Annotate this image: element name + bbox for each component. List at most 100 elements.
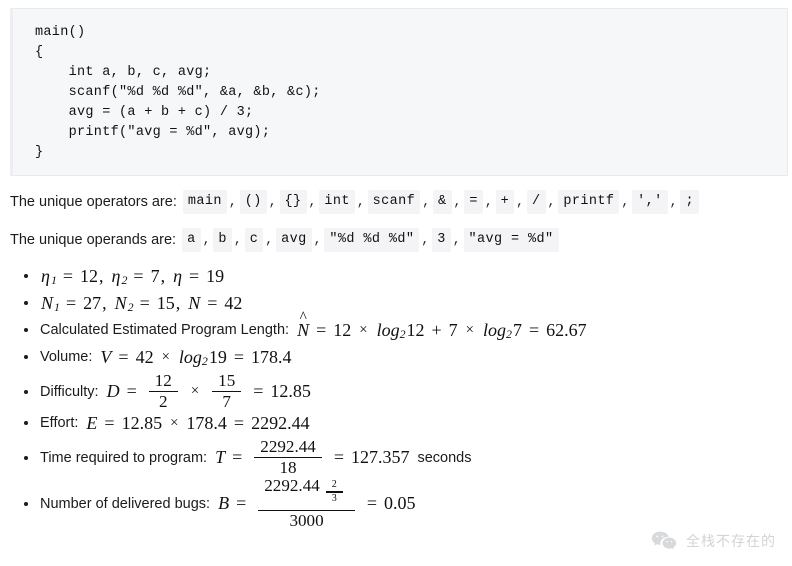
times-sign: × xyxy=(465,321,474,338)
fraction-numerator: 15 xyxy=(218,371,236,390)
operator-chip-scanf: scanf xyxy=(367,190,421,214)
effort-symbol: E xyxy=(86,412,98,433)
equals-sign: = xyxy=(366,493,377,514)
bugs-exponent: 23 xyxy=(320,479,349,504)
bugs-result: 0.05 xyxy=(383,493,416,514)
time-fraction: 2292.44 18 xyxy=(254,438,322,477)
bugs-numerator-base: 2292.44 xyxy=(264,476,320,496)
operand-chip-avg: avg xyxy=(276,228,312,252)
unique-operands-label: The unique operands are: xyxy=(10,232,177,248)
comma: , xyxy=(102,292,107,313)
times-sign: × xyxy=(161,348,170,365)
code-block: main() { int a, b, c, avg; scanf("%d %d … xyxy=(10,8,788,176)
times-sign: × xyxy=(359,321,368,338)
unique-operators-label: The unique operators are: xyxy=(10,194,177,210)
n2-symbol: N xyxy=(114,292,127,313)
list-item-difficulty: Difficulty: D = 12 2 × 15 7 = 12.85 xyxy=(0,372,792,411)
watermark: 全栈不存在的 xyxy=(651,530,776,552)
effort-label: Effort: xyxy=(40,415,79,432)
equals-sign: = xyxy=(253,381,264,402)
operator-chip-semicolon: ; xyxy=(680,190,699,214)
operator-chip-parens: () xyxy=(239,190,267,214)
operand-chip-c: c xyxy=(244,228,264,252)
formula-unique-counts: η1 = 12, η2 = 7, η = 19 xyxy=(40,266,225,287)
equals-sign: = xyxy=(236,493,247,514)
n-symbol: N xyxy=(188,292,201,313)
list-item-total-counts: N1 = 27, N2 = 15, N = 42 xyxy=(0,291,792,315)
list-item-volume: Volume: V = 42 × log 2 19 = 178.4 xyxy=(0,345,792,369)
bugs-label: Number of delivered bugs: xyxy=(40,495,211,512)
formula-effort: E = 12.85 × 178.4 = 2292.44 xyxy=(85,413,310,434)
operator-chip-divide: / xyxy=(526,190,546,214)
operator-separator: , xyxy=(228,194,237,209)
volume-log-arg: 19 xyxy=(208,346,227,367)
effort-factor-1: 12.85 xyxy=(121,412,163,433)
operator-separator: , xyxy=(268,194,277,209)
log-function: log xyxy=(483,319,507,340)
list-item-program-length: Calculated Estimated Program Length: ^ N … xyxy=(0,310,792,342)
operand-separator: , xyxy=(265,232,274,247)
operator-separator: , xyxy=(669,194,678,209)
list-item-time: Time required to program: T = 2292.44 18… xyxy=(0,438,792,477)
operand-separator: , xyxy=(452,232,461,247)
comma: , xyxy=(175,292,181,313)
operator-chip-comma-literal: ',' xyxy=(632,190,668,214)
equals-sign: = xyxy=(333,447,344,468)
formula-total-counts: N1 = 27, N2 = 15, N = 42 xyxy=(40,293,243,314)
eta2-value: 7 xyxy=(150,265,160,286)
plus-sign: + xyxy=(431,319,442,340)
formula-difficulty: D = 12 2 × 15 7 = 12.85 xyxy=(106,372,312,411)
effort-result: 2292.44 xyxy=(251,412,310,433)
equals-sign: = xyxy=(62,265,74,286)
difficulty-label: Difficulty: xyxy=(40,383,99,400)
operator-chip-int: int xyxy=(319,190,355,214)
equals-sign: = xyxy=(233,412,245,433)
times-sign: × xyxy=(170,414,179,431)
difficulty-symbol: D xyxy=(106,381,120,402)
difficulty-fraction-2: 15 7 xyxy=(212,371,242,412)
volume-symbol: V xyxy=(100,346,112,367)
operand-chip-printf-format: "avg = %d" xyxy=(463,228,559,252)
time-label: Time required to program: xyxy=(40,449,208,466)
equals-sign: = xyxy=(316,319,327,340)
equals-sign: = xyxy=(65,292,77,313)
equals-sign: = xyxy=(207,292,218,313)
volume-factor: 42 xyxy=(135,346,154,367)
volume-result: 178.4 xyxy=(251,346,292,367)
n1-symbol: N xyxy=(41,292,54,313)
difficulty-fraction-1: 12 2 xyxy=(148,372,178,411)
eta-symbol: η xyxy=(173,265,182,286)
operator-chip-printf: printf xyxy=(558,190,620,214)
time-result: 127.357 xyxy=(350,447,410,468)
length-term1-coeff: 12 xyxy=(333,319,352,340)
operator-chip-main: main xyxy=(182,190,227,214)
eta2-subscript: 2 xyxy=(121,272,128,287)
comma: , xyxy=(99,265,104,286)
fraction-denominator: 3 xyxy=(331,492,337,504)
operator-chip-braces: {} xyxy=(279,190,307,214)
log-base: 2 xyxy=(506,326,512,341)
fraction-numerator: 2292.44 xyxy=(260,437,316,457)
bugs-fraction: 2292.44 2 3 3000 xyxy=(258,477,355,530)
operand-chip-three: 3 xyxy=(432,228,451,252)
wechat-icon xyxy=(651,530,677,552)
list-item-unique-counts: η1 = 12, η2 = 7, η = 19 xyxy=(0,264,792,288)
n2-subscript: 2 xyxy=(127,299,134,314)
unique-operands-line: The unique operands are: a, b, c, avg, "… xyxy=(10,228,792,252)
formula-time: T = 2292.44 18 = 127.357 seconds xyxy=(214,438,471,477)
operator-separator: , xyxy=(621,194,630,209)
operator-separator: , xyxy=(453,194,462,209)
length-term1-arg: 12 xyxy=(406,319,425,340)
program-length-result: 62.67 xyxy=(546,319,587,340)
formula-bugs: B = 2292.44 2 3 3000 = 0.05 xyxy=(217,477,416,530)
length-term2-coeff: 7 xyxy=(448,319,458,340)
equals-sign: = xyxy=(104,412,115,433)
operand-chip-b: b xyxy=(213,228,232,252)
n1-value: 27 xyxy=(83,292,102,313)
program-length-label: Calculated Estimated Program Length: xyxy=(40,322,290,338)
fraction-denominator: 7 xyxy=(222,392,231,412)
fraction-denominator: 3000 xyxy=(289,511,324,531)
formula-volume: V = 42 × log 2 19 = 178.4 xyxy=(99,347,292,368)
list-item-effort: Effort: E = 12.85 × 178.4 = 2292.44 xyxy=(0,411,792,435)
n1-subscript: 1 xyxy=(54,299,60,314)
